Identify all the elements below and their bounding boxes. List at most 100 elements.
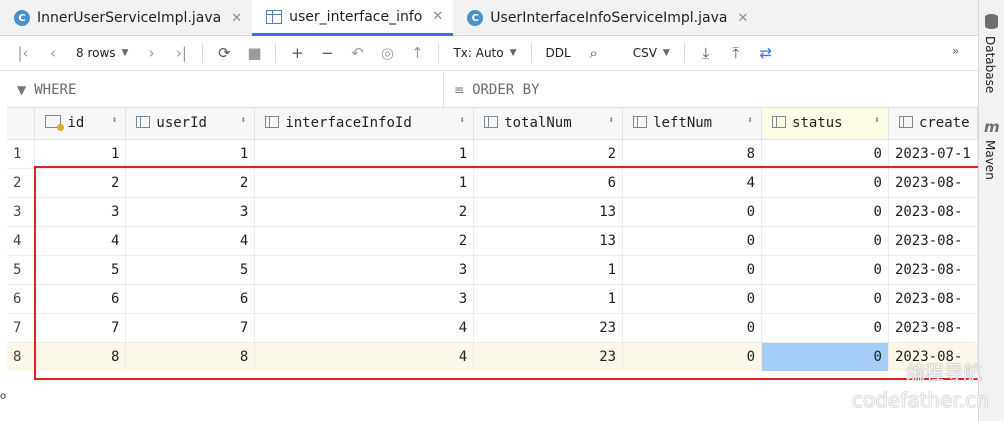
cell-leftnum[interactable]: 0 — [622, 197, 763, 227]
cell-userid[interactable]: 3 — [125, 197, 256, 227]
cell-status-selected[interactable]: 0 — [761, 342, 889, 371]
table-row[interactable]: 4 4 4 2 13 0 0 2023-08- — [7, 226, 978, 256]
cell-create[interactable]: 2023-08- — [888, 168, 978, 198]
cell-totalnum[interactable]: 23 — [473, 342, 624, 371]
table-row[interactable]: 6 6 6 3 1 0 0 2023-08- — [7, 284, 978, 314]
cell-interfaceinfoid[interactable]: 3 — [254, 284, 475, 314]
cell-status[interactable]: 0 — [761, 197, 889, 227]
cell-interfaceinfoid[interactable]: 4 — [254, 313, 475, 343]
cell-userid[interactable]: 8 — [125, 342, 256, 371]
cell-interfaceinfoid[interactable]: 4 — [254, 342, 475, 371]
cell-status[interactable]: 0 — [761, 168, 889, 198]
cell-userid[interactable]: 2 — [125, 168, 256, 198]
table-row[interactable]: 2 2 2 1 6 4 0 2023-08- — [7, 168, 978, 198]
refresh-icon[interactable]: ⟳ — [209, 40, 239, 66]
more-actions-icon[interactable]: » — [952, 44, 959, 58]
cell-totalnum[interactable]: 6 — [473, 168, 624, 198]
cell-leftnum[interactable]: 4 — [622, 168, 763, 198]
upload-icon[interactable]: ⤒ — [721, 40, 751, 66]
download-icon[interactable]: ⤓ — [691, 40, 721, 66]
preview-changes-icon[interactable]: ◎ — [372, 40, 402, 66]
cell-id[interactable]: 4 — [34, 226, 127, 256]
cell-create[interactable]: 2023-08- — [888, 284, 978, 314]
last-page-icon[interactable]: ›| — [166, 40, 196, 66]
table-row-selected[interactable]: 8 8 8 4 23 0 0 2023-08- — [7, 342, 978, 371]
column-header-status[interactable]: status ⬍ — [761, 108, 889, 140]
row-number[interactable]: 5 — [7, 255, 36, 285]
sort-toggle-icon[interactable]: ⬍ — [111, 115, 117, 126]
column-header-totalnum[interactable]: totalNum ⬍ — [473, 108, 624, 140]
cell-interfaceinfoid[interactable]: 2 — [254, 226, 475, 256]
cell-leftnum[interactable]: 0 — [622, 342, 763, 371]
cell-id[interactable]: 3 — [34, 197, 127, 227]
cell-leftnum[interactable]: 0 — [622, 255, 763, 285]
cell-id[interactable]: 7 — [34, 313, 127, 343]
close-icon[interactable]: ✕ — [737, 11, 748, 26]
submit-icon[interactable]: ↑ — [402, 40, 432, 66]
cell-status[interactable]: 0 — [761, 255, 889, 285]
column-header-leftnum[interactable]: leftNum ⬍ — [622, 108, 763, 140]
ddl-button[interactable]: DDL — [538, 40, 579, 66]
add-row-icon[interactable]: + — [282, 40, 312, 66]
cell-totalnum[interactable]: 13 — [473, 226, 624, 256]
export-format-selector[interactable]: CSV ▼ — [625, 40, 678, 66]
column-header-id[interactable]: id ⬍ — [34, 108, 127, 140]
cell-userid[interactable]: 6 — [125, 284, 256, 314]
cell-create[interactable]: 2023-08- — [888, 255, 978, 285]
row-number[interactable]: 7 — [7, 313, 36, 343]
cell-totalnum[interactable]: 1 — [473, 284, 624, 314]
tab-user-interface-info[interactable]: user_interface_info ✕ — [252, 0, 454, 36]
row-number[interactable]: 4 — [7, 226, 36, 256]
cell-create[interactable]: 2023-08- — [888, 313, 978, 343]
cell-status[interactable]: 0 — [761, 139, 889, 169]
column-header-create[interactable]: create — [888, 108, 978, 140]
database-tool-button[interactable]: Database — [983, 36, 997, 93]
cell-interfaceinfoid[interactable]: 2 — [254, 197, 475, 227]
close-icon[interactable]: ✕ — [231, 11, 242, 26]
cell-totalnum[interactable]: 2 — [473, 139, 624, 169]
next-page-icon[interactable]: › — [136, 40, 166, 66]
tab-inner-user-service-impl[interactable]: C InnerUserServiceImpl.java ✕ — [0, 0, 252, 36]
database-icon[interactable] — [985, 14, 998, 29]
transaction-mode-selector[interactable]: Tx: Auto ▼ — [445, 40, 524, 66]
table-row[interactable]: 3 3 3 2 13 0 0 2023-08- — [7, 197, 978, 227]
cell-totalnum[interactable]: 13 — [473, 197, 624, 227]
cell-totalnum[interactable]: 23 — [473, 313, 624, 343]
cell-userid[interactable]: 4 — [125, 226, 256, 256]
cell-create[interactable]: 2023-07-1 — [888, 139, 978, 169]
cell-interfaceinfoid[interactable]: 1 — [254, 139, 475, 169]
cell-leftnum[interactable]: 8 — [622, 139, 763, 169]
row-number[interactable]: 8 — [7, 342, 36, 371]
row-number[interactable]: 2 — [7, 168, 36, 198]
previous-page-icon[interactable]: ‹ — [38, 40, 68, 66]
search-icon[interactable]: ⌕ — [579, 40, 609, 66]
cell-userid[interactable]: 7 — [125, 313, 256, 343]
tab-user-interface-info-service-impl[interactable]: C UserInterfaceInfoServiceImpl.java ✕ — [453, 0, 758, 36]
cell-status[interactable]: 0 — [761, 226, 889, 256]
cell-create[interactable]: 2023-08- — [888, 226, 978, 256]
cell-interfaceinfoid[interactable]: 1 — [254, 168, 475, 198]
cell-create[interactable]: 2023-08- — [888, 197, 978, 227]
rows-selector[interactable]: 8 rows ▼ — [68, 40, 136, 66]
column-header-interfaceinfoid[interactable]: interfaceInfoId ⬍ — [254, 108, 475, 140]
table-row[interactable]: 5 5 5 3 1 0 0 2023-08- — [7, 255, 978, 285]
cell-leftnum[interactable]: 0 — [622, 226, 763, 256]
maven-icon[interactable]: m — [984, 118, 1000, 136]
table-row[interactable]: 7 7 7 4 23 0 0 2023-08- — [7, 313, 978, 343]
where-filter-input[interactable]: ▼ WHERE — [7, 73, 444, 107]
close-icon[interactable]: ✕ — [432, 9, 443, 24]
cell-userid[interactable]: 1 — [125, 139, 256, 169]
cell-status[interactable]: 0 — [761, 313, 889, 343]
cell-id[interactable]: 2 — [34, 168, 127, 198]
column-header-userid[interactable]: userId ⬍ — [125, 108, 256, 140]
cell-id[interactable]: 6 — [34, 284, 127, 314]
row-number[interactable]: 6 — [7, 284, 36, 314]
sort-toggle-icon[interactable]: ⬍ — [874, 115, 880, 126]
sort-toggle-icon[interactable]: ⬍ — [608, 115, 614, 126]
delete-row-icon[interactable]: − — [312, 40, 342, 66]
cell-interfaceinfoid[interactable]: 3 — [254, 255, 475, 285]
stop-icon[interactable]: ■ — [239, 40, 269, 66]
cell-id[interactable]: 1 — [34, 139, 127, 169]
cell-id[interactable]: 5 — [34, 255, 127, 285]
cell-status[interactable]: 0 — [761, 284, 889, 314]
